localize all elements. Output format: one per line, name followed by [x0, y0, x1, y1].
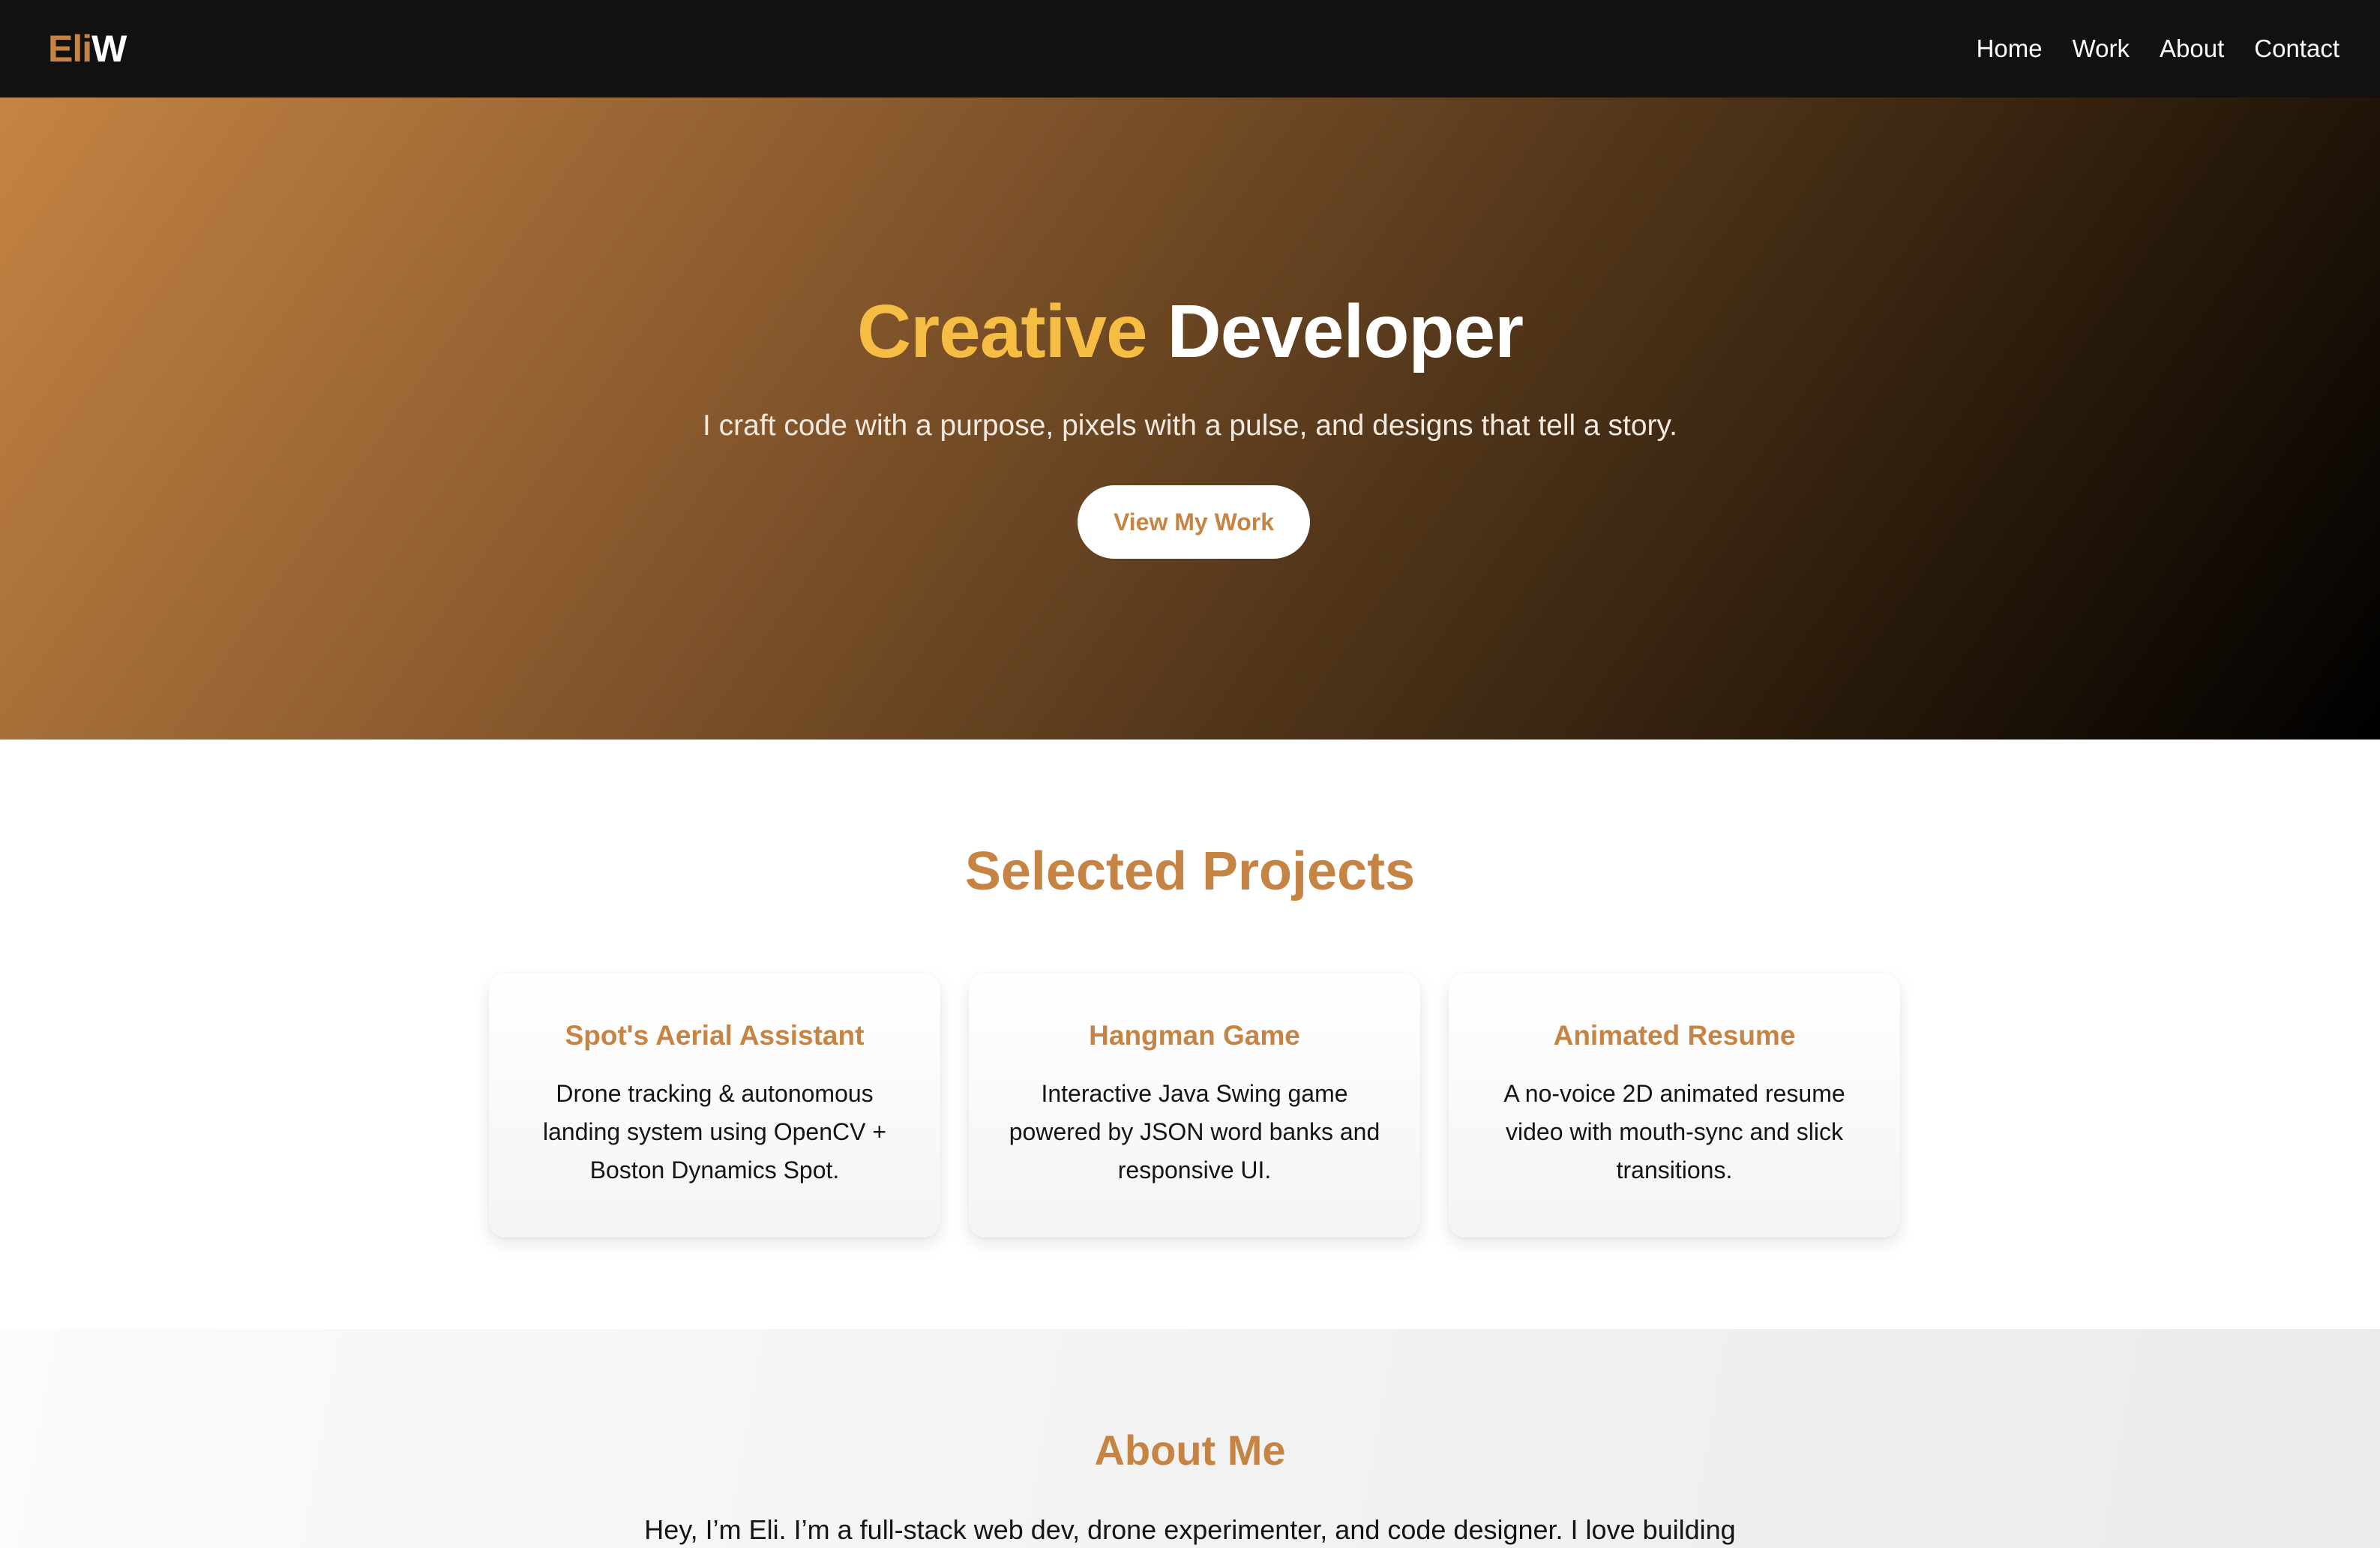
project-cards: Spot's Aerial Assistant Drone tracking &… — [489, 974, 1900, 1238]
hero-section: Creative Developer I craft code with a p… — [0, 98, 2380, 740]
projects-title: Selected Projects — [964, 842, 1416, 902]
hero-title: Creative Developer — [0, 294, 2380, 369]
navbar: Eli W Home Work About Contact — [0, 0, 2380, 98]
project-card-title: Spot's Aerial Assistant — [565, 1020, 865, 1051]
project-card-description: Interactive Java Swing game powered by J… — [1009, 1080, 1380, 1184]
logo-part-b: W — [91, 28, 127, 70]
project-card-title: Animated Resume — [1553, 1020, 1796, 1051]
project-card-title: Hangman Game — [1089, 1020, 1300, 1051]
logo[interactable]: Eli W — [48, 27, 127, 70]
project-card-spots-aerial-assistant[interactable]: Spot's Aerial Assistant Drone tracking &… — [489, 974, 940, 1238]
logo-part-a: Eli — [48, 28, 92, 70]
nav-link-contact[interactable]: Contact — [2254, 34, 2340, 63]
nav-link-home[interactable]: Home — [1977, 34, 2043, 63]
hero-subtitle: I craft code with a purpose, pixels with… — [703, 410, 1677, 442]
hero-title-main: Developer — [1167, 290, 1524, 374]
project-card-description: A no-voice 2D animated resume video with… — [1503, 1080, 1845, 1184]
about-title: About Me — [1094, 1426, 1286, 1474]
project-card-animated-resume[interactable]: Animated Resume A no-voice 2D animated r… — [1449, 974, 1900, 1238]
about-text: Hey, I’m Eli. I’m a full-stack web dev, … — [644, 1514, 1736, 1545]
view-my-work-button[interactable]: View My Work — [1078, 485, 1310, 559]
hero-title-accent: Creative — [856, 290, 1148, 374]
nav-link-about[interactable]: About — [2160, 34, 2224, 63]
projects-section: Selected Projects Spot's Aerial Assistan… — [0, 740, 2380, 1329]
project-card-description: Drone tracking & autonomous landing syst… — [542, 1080, 887, 1184]
nav-link-work[interactable]: Work — [2073, 34, 2130, 63]
about-section: About Me Hey, I’m Eli. I’m a full-stack … — [0, 1329, 2380, 1548]
nav-links: Home Work About Contact — [1947, 34, 2340, 63]
project-card-hangman-game[interactable]: Hangman Game Interactive Java Swing game… — [969, 974, 1420, 1238]
